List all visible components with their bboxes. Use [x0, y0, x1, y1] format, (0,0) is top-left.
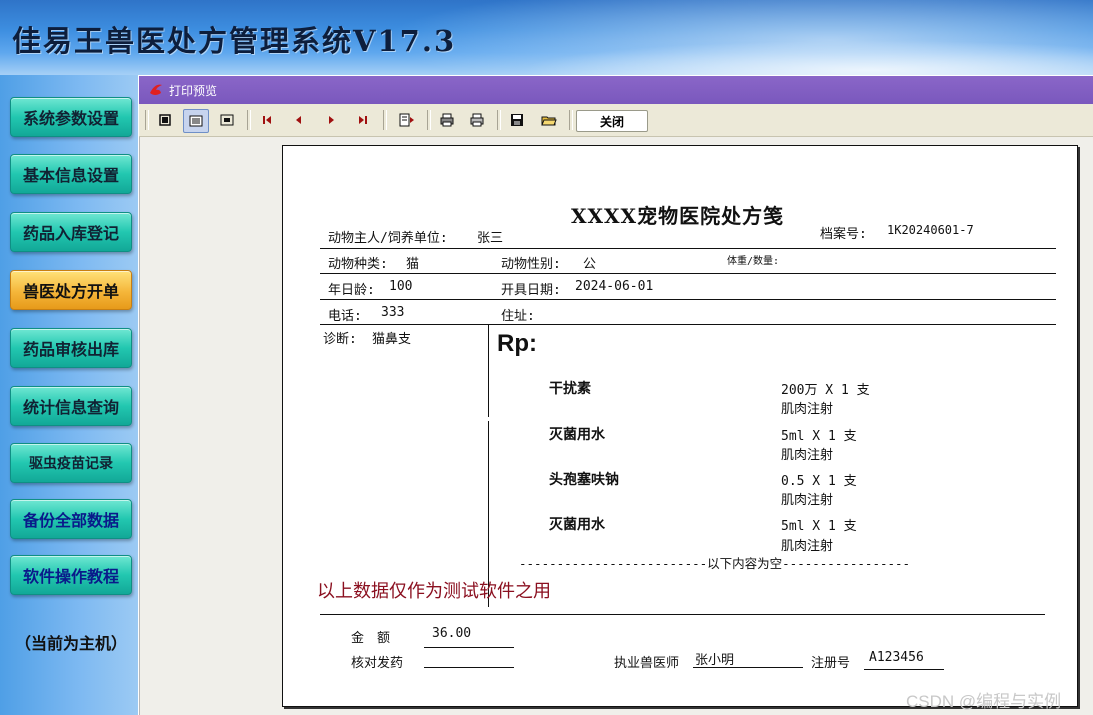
sidebar-item-backup[interactable]: 备份全部数据: [10, 499, 132, 539]
diagnosis-value: 猫鼻支: [372, 332, 412, 347]
sidebar-item-statistics[interactable]: 统计信息查询: [10, 386, 132, 426]
csdn-credit: CSDN @编程与实例: [906, 692, 1062, 711]
check-label: 核对发药: [351, 656, 404, 671]
first-page-icon[interactable]: [255, 109, 279, 131]
sidebar-item-vaccine-records[interactable]: 驱虫疫苗记录: [10, 443, 132, 483]
species-value: 猫: [406, 257, 420, 272]
next-page-icon[interactable]: [319, 109, 343, 131]
drug-route: 肌肉注射: [781, 493, 834, 508]
app-header: 佳易王兽医处方管理系统V17.3: [0, 0, 1093, 75]
sidebar-item-prescription[interactable]: 兽医处方开单: [10, 270, 132, 310]
age-value: 100: [389, 279, 413, 294]
owner-value: 张三: [477, 231, 504, 246]
sidebar-item-basic-info[interactable]: 基本信息设置: [10, 154, 132, 194]
close-button[interactable]: 关闭: [576, 110, 648, 132]
rp-label: Rp:: [497, 330, 537, 357]
address-label: 住址:: [501, 309, 535, 324]
owner-label: 动物主人/饲养单位:: [328, 231, 448, 246]
host-status: （当前为主机）: [14, 634, 127, 653]
diagnosis-label: 诊断:: [323, 332, 357, 347]
phone-value: 333: [381, 305, 405, 320]
drug-name: 头孢塞呋钠: [549, 472, 619, 488]
sidebar-item-drug-stock-in[interactable]: 药品入库登记: [10, 212, 132, 252]
drug-name: 干扰素: [549, 381, 591, 397]
end-of-content-line: -------------------------以下内容为空---------…: [519, 556, 911, 571]
phone-label: 电话:: [328, 309, 362, 324]
sidebar-item-system-settings[interactable]: 系统参数设置: [10, 97, 132, 137]
goto-page-icon[interactable]: [395, 109, 419, 131]
sex-label: 动物性别:: [501, 257, 561, 272]
preview-titlebar: 打印预览: [139, 76, 1093, 104]
last-page-icon[interactable]: [351, 109, 375, 131]
drug-dose: 5ml X 1 支: [781, 519, 857, 534]
sidebar: 系统参数设置 基本信息设置 药品入库登记 兽医处方开单 药品审核出库 统计信息查…: [0, 75, 138, 715]
one-page-icon[interactable]: [153, 109, 177, 131]
reg-value: A123456: [869, 650, 924, 665]
drug-dose: 0.5 X 1 支: [781, 474, 857, 489]
save-icon[interactable]: [505, 109, 529, 131]
drug-name: 灭菌用水: [549, 427, 605, 443]
page-width-icon[interactable]: [183, 109, 209, 133]
date-value: 2024-06-01: [575, 279, 654, 294]
age-label: 年日龄:: [328, 283, 375, 298]
vet-value: 张小明: [695, 653, 735, 668]
drug-dose: 200万 X 1 支: [781, 383, 870, 398]
vet-label: 执业兽医师: [614, 656, 680, 671]
weight-label: 体重/数量:: [727, 256, 780, 267]
date-label: 开具日期:: [501, 283, 561, 298]
species-label: 动物种类:: [328, 257, 388, 272]
sex-value: 公: [583, 257, 597, 272]
print-icon[interactable]: [465, 109, 489, 131]
drug-route: 肌肉注射: [781, 402, 834, 417]
drug-route: 肌肉注射: [781, 539, 834, 554]
drug-name: 灭菌用水: [549, 517, 605, 533]
prev-page-icon[interactable]: [287, 109, 311, 131]
preview-title: 打印预览: [169, 84, 218, 98]
record-value: 1K20240601-7: [887, 223, 974, 237]
open-folder-icon[interactable]: [537, 109, 561, 131]
amount-value: 36.00: [432, 626, 472, 641]
sidebar-item-drug-audit[interactable]: 药品审核出库: [10, 328, 132, 368]
test-data-note: 以上数据仅作为测试软件之用: [317, 581, 551, 601]
app-title: 佳易王兽医处方管理系统V17.3: [12, 24, 457, 58]
amount-label: 金 额: [351, 631, 391, 646]
drug-dose: 5ml X 1 支: [781, 429, 857, 444]
zoom-icon[interactable]: [215, 109, 239, 131]
print-setup-icon[interactable]: [435, 109, 459, 131]
drug-route: 肌肉注射: [781, 448, 834, 463]
record-label: 档案号:: [820, 227, 867, 242]
prescription-title: XXXX宠物医院处方笺: [571, 204, 785, 228]
app-logo-icon: [150, 84, 162, 95]
reg-label: 注册号: [811, 656, 851, 671]
preview-toolbar: 关闭: [139, 104, 1093, 137]
sidebar-item-tutorial[interactable]: 软件操作教程: [10, 555, 132, 595]
